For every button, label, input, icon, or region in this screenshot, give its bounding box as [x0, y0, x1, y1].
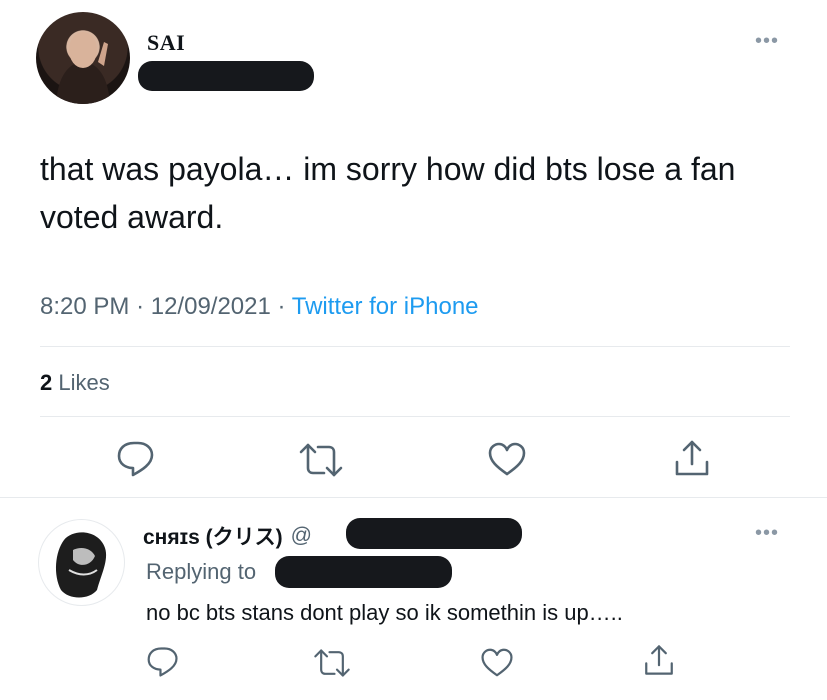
reply-handle-prefix: @	[290, 524, 312, 547]
tweet-date[interactable]: 12/09/2021	[151, 293, 271, 320]
meta-separator: ·	[277, 293, 286, 320]
likes-count: 2	[40, 370, 53, 395]
avatar[interactable]	[36, 12, 130, 104]
likes-label: Likes	[58, 370, 110, 395]
meta-separator: ·	[136, 293, 145, 320]
divider	[40, 346, 790, 347]
avatar-portrait-icon	[56, 32, 110, 104]
redacted-reply-target	[275, 556, 452, 588]
reply-icon[interactable]	[146, 646, 180, 678]
tweet-meta: 8:20 PM · 12/09/2021 · Twitter for iPhon…	[40, 293, 479, 321]
reply-header: ᴄʜяɪs (クリス) @	[143, 521, 312, 551]
avatar-sketch-icon	[55, 532, 107, 598]
reply-text: no bc bts stans dont play so ik somethin…	[146, 600, 623, 625]
redacted-handle	[138, 61, 314, 91]
divider	[40, 416, 790, 417]
tweet-time[interactable]: 8:20 PM	[40, 293, 129, 320]
reply-icon[interactable]	[116, 440, 156, 478]
redacted-handle	[346, 518, 522, 549]
retweet-icon[interactable]	[312, 648, 352, 678]
section-divider	[0, 497, 827, 498]
heart-icon[interactable]	[487, 441, 527, 477]
share-icon[interactable]	[642, 643, 676, 677]
tweet-source[interactable]: Twitter for iPhone	[292, 293, 479, 320]
likes-link[interactable]: 2 Likes	[40, 370, 110, 396]
display-name[interactable]: SAI	[147, 30, 185, 56]
replying-to-label: Replying to	[146, 559, 257, 584]
reply-display-name[interactable]: ᴄʜяɪs (クリス)	[143, 521, 283, 551]
reply-avatar[interactable]	[38, 519, 125, 606]
more-options-icon[interactable]: •••	[755, 523, 779, 543]
tweet-text: that was payola… im sorry how did bts lo…	[40, 151, 736, 235]
share-icon[interactable]	[672, 438, 712, 478]
heart-icon[interactable]	[480, 647, 514, 678]
more-options-icon[interactable]: •••	[755, 31, 779, 51]
retweet-icon[interactable]	[297, 442, 345, 478]
